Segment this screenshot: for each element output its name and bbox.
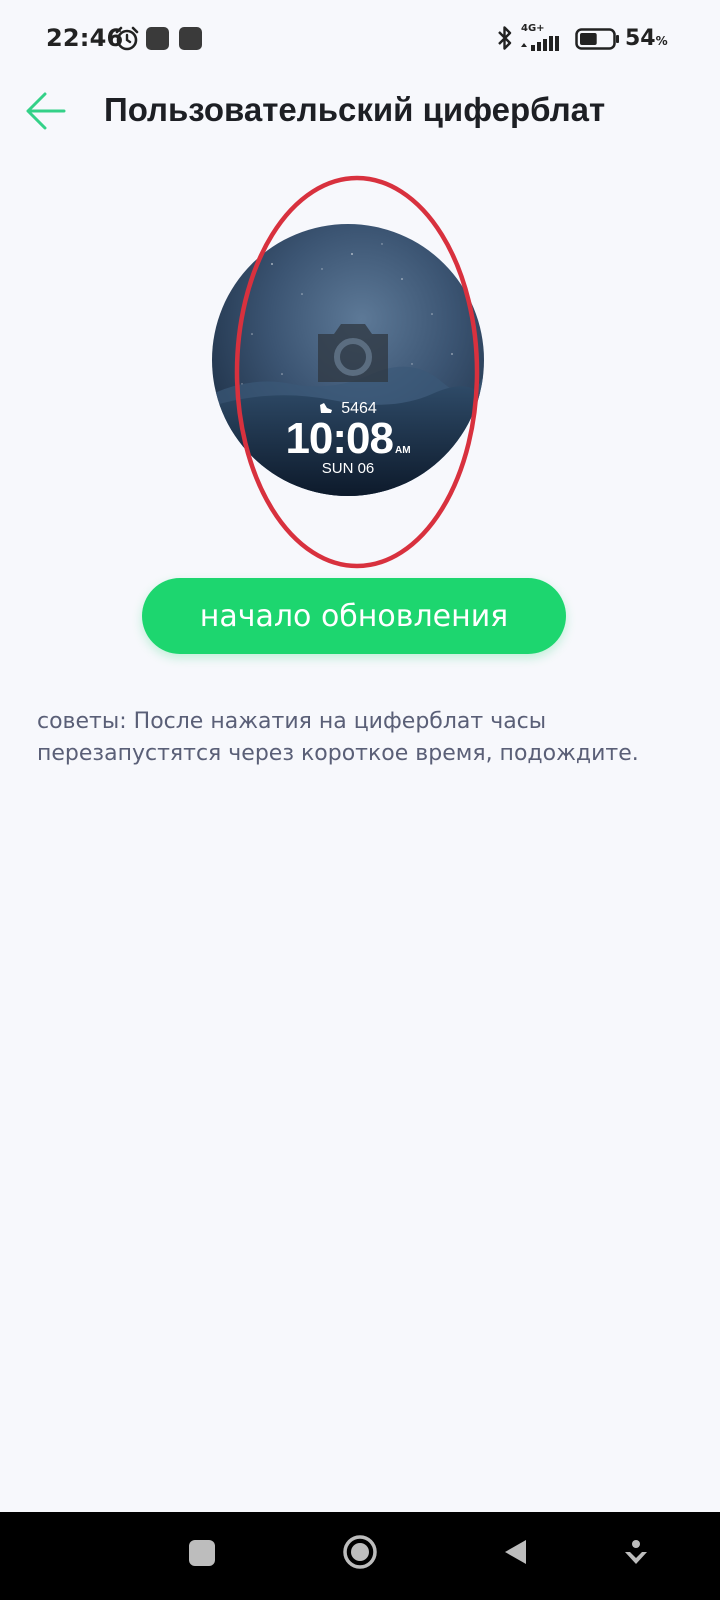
network-type-label: 4G+ xyxy=(521,23,545,34)
assistant-icon[interactable] xyxy=(622,1538,650,1568)
status-bar: 22:46 4G+ 54% xyxy=(0,0,720,80)
arrow-left-icon[interactable] xyxy=(22,88,68,134)
watch-time-value: 10:08 xyxy=(285,414,394,463)
battery-icon xyxy=(575,28,619,50)
back-icon[interactable] xyxy=(500,1536,532,1568)
system-navigation-bar xyxy=(0,1512,720,1600)
watch-date: SUN 06 xyxy=(321,460,375,477)
watch-face-preview[interactable]: 5464 10:08 AM SUN 06 xyxy=(212,224,484,496)
app-notification-icon xyxy=(146,27,169,50)
camera-icon xyxy=(318,324,388,382)
watch-time: 10:08 AM xyxy=(212,414,484,464)
watch-ampm: AM xyxy=(394,445,411,456)
shoe-icon xyxy=(320,403,333,413)
page-title: Пользовательский циферблат xyxy=(104,91,606,128)
signal-icon xyxy=(521,36,559,51)
start-update-button[interactable]: начало обновления xyxy=(142,578,566,654)
home-icon[interactable] xyxy=(340,1532,380,1572)
app-notification-icon xyxy=(179,27,202,50)
battery-percent: 54% xyxy=(625,26,668,51)
tips-text: советы: После нажатия на циферблат часы … xyxy=(37,709,639,766)
alarm-icon xyxy=(115,26,139,51)
bluetooth-icon xyxy=(498,26,512,50)
app-header: Пользовательский циферблат xyxy=(0,80,720,150)
status-time: 22:46 xyxy=(46,24,124,52)
recent-apps-icon[interactable] xyxy=(189,1540,215,1566)
